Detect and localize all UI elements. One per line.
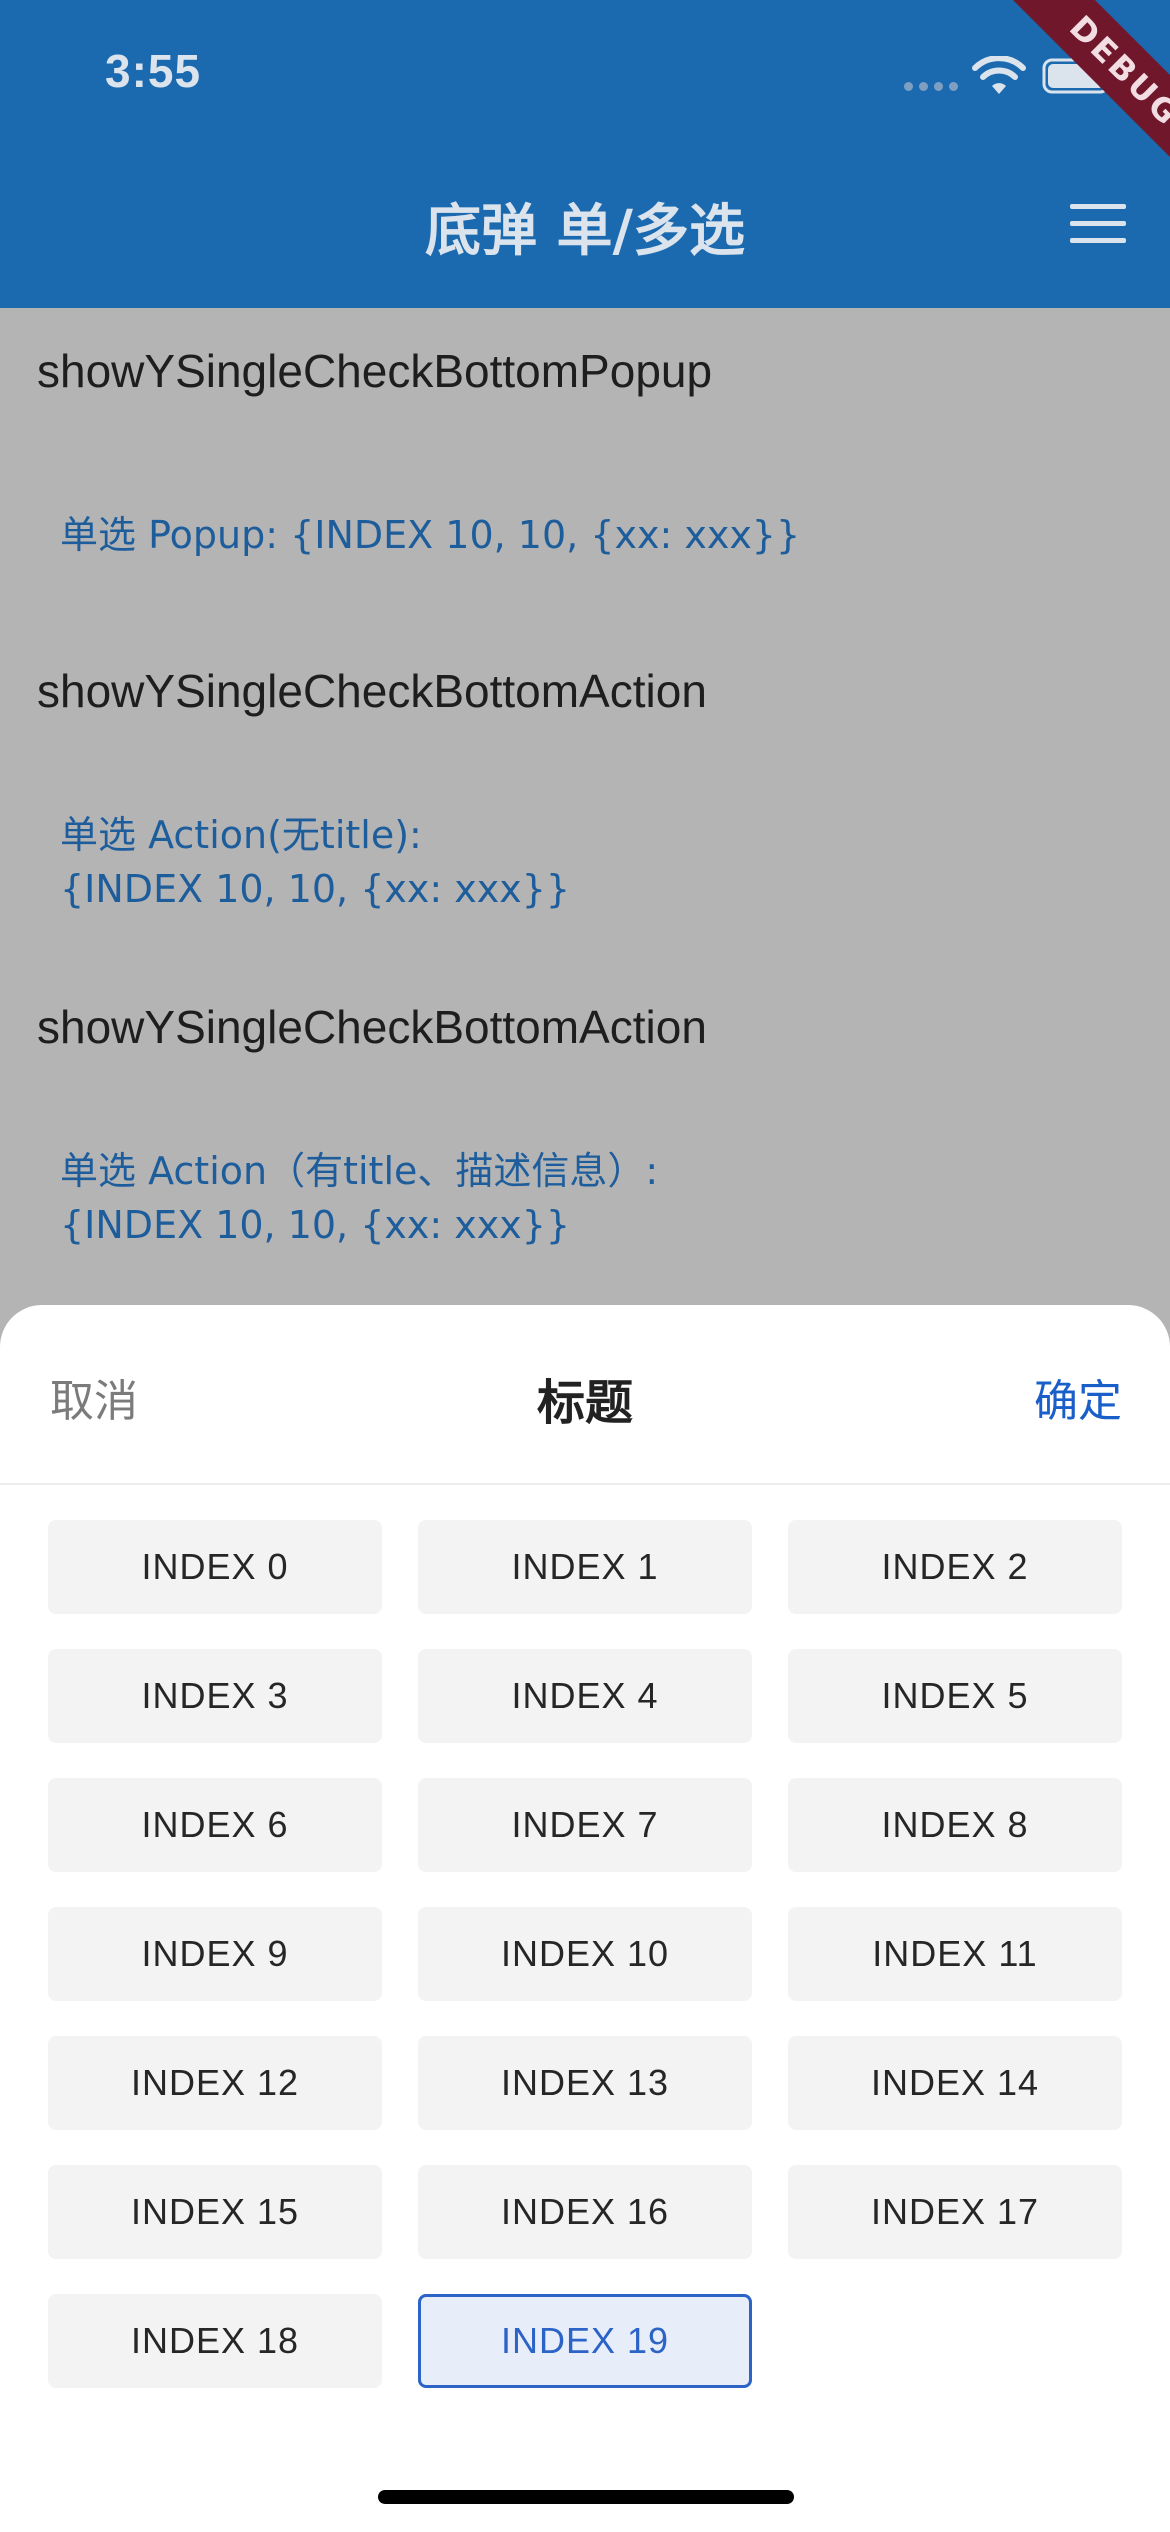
option-button[interactable]: INDEX 11: [788, 1907, 1122, 2001]
button-line: {INDEX 10, 10, {xx: xxx}}: [60, 867, 571, 911]
option-button[interactable]: INDEX 12: [48, 2036, 382, 2130]
option-button[interactable]: INDEX 0: [48, 1520, 382, 1614]
cellular-signal-icon: [904, 82, 958, 91]
option-button[interactable]: INDEX 17: [788, 2165, 1122, 2259]
option-button[interactable]: INDEX 3: [48, 1649, 382, 1743]
option-button[interactable]: INDEX 9: [48, 1907, 382, 2001]
button-line: {INDEX 10, 10, {xx: xxx}}: [60, 1203, 571, 1247]
page-title: 底弹 单/多选: [425, 199, 745, 264]
option-button[interactable]: INDEX 16: [418, 2165, 752, 2259]
app-bar: 3:55 底弹 单/多选 DEBUG: [0, 0, 1170, 308]
button-line: 单选 Popup: {INDEX 10, 10, {xx: xxx}}: [60, 513, 801, 557]
option-button[interactable]: INDEX 5: [788, 1649, 1122, 1743]
bottom-sheet: 取消 标题 确定 INDEX 0 INDEX 1 INDEX 2 INDEX 3 IND…: [0, 1305, 1170, 2532]
option-button[interactable]: INDEX 6: [48, 1778, 382, 1872]
button-line: 单选 Action（有title、描述信息）:: [60, 1149, 659, 1193]
section-title: showYSingleCheckBottomPopup: [37, 345, 713, 397]
wifi-icon: [972, 56, 1026, 94]
option-button[interactable]: INDEX 13: [418, 2036, 752, 2130]
sheet-title: 标题: [536, 1375, 633, 1431]
home-indicator: [378, 2490, 794, 2504]
button-line: 单选 Action(无title):: [60, 813, 422, 857]
option-button[interactable]: INDEX 1: [418, 1520, 752, 1614]
option-button[interactable]: INDEX 2: [788, 1520, 1122, 1614]
section-title: showYSingleCheckBottomAction: [37, 665, 707, 717]
section-title: showYSingleCheckBottomAction: [37, 1001, 707, 1053]
single-popup-button[interactable]: 单选 Popup: {INDEX 10, 10, {xx: xxx}}: [60, 508, 800, 562]
debug-banner: DEBUG: [987, 0, 1170, 209]
option-button[interactable]: INDEX 19: [418, 2294, 752, 2388]
status-time: 3:55: [105, 45, 202, 97]
option-button[interactable]: INDEX 18: [48, 2294, 382, 2388]
option-button[interactable]: INDEX 14: [788, 2036, 1122, 2130]
confirm-button[interactable]: 确定: [1034, 1365, 1122, 1429]
single-action-with-title-button[interactable]: 单选 Action（有title、描述信息）: {INDEX 10, 10, {…: [60, 1144, 658, 1252]
sheet-header: 取消 标题 确定: [0, 1305, 1170, 1485]
page-content: showYSingleCheckBottomPopup 单选 Popup: {I…: [0, 308, 1170, 1308]
single-action-no-title-button[interactable]: 单选 Action(无title): {INDEX 10, 10, {xx: x…: [60, 808, 570, 916]
option-button[interactable]: INDEX 15: [48, 2165, 382, 2259]
option-button[interactable]: INDEX 7: [418, 1778, 752, 1872]
menu-icon[interactable]: [1070, 204, 1126, 246]
option-button[interactable]: INDEX 10: [418, 1907, 752, 2001]
option-button[interactable]: INDEX 4: [418, 1649, 752, 1743]
option-button[interactable]: INDEX 8: [788, 1778, 1122, 1872]
